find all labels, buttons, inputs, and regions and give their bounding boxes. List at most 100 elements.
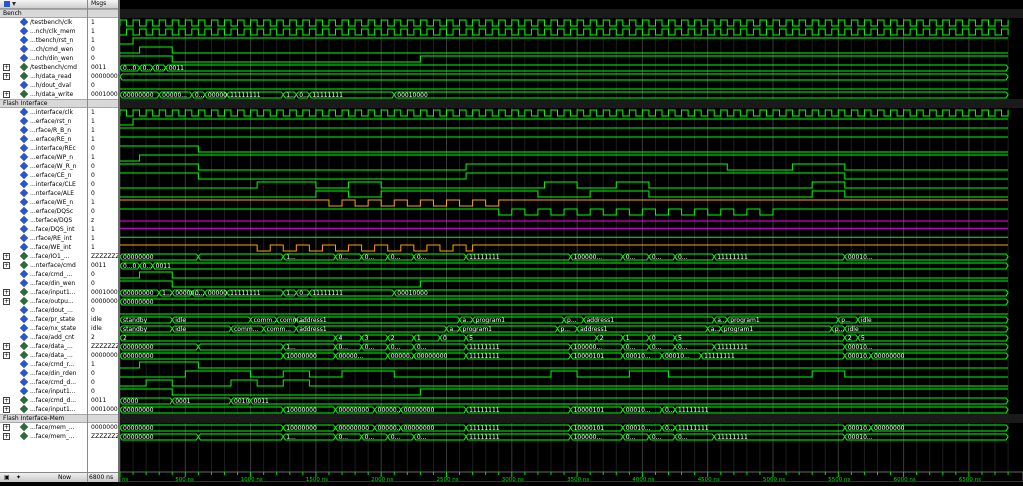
signal-row[interactable]: ...face/WE_int bbox=[0, 243, 87, 252]
signal-row[interactable]: ...interface/REc bbox=[0, 144, 87, 153]
signal-icon bbox=[19, 171, 29, 180]
bus-value-label: 0... bbox=[678, 434, 688, 441]
signal-row[interactable]: + ...h/data_read bbox=[0, 72, 87, 81]
bus-segment: 0... bbox=[334, 433, 363, 441]
signal-row[interactable]: ...tbench/rst_n bbox=[0, 36, 87, 45]
bus-segment: 00010... bbox=[844, 424, 873, 432]
waveform-pane[interactable]: 0...0 0... 0... 0011 00000000 00000... 0... 000… bbox=[119, 0, 1023, 483]
bus-segment: 0... bbox=[138, 262, 154, 270]
expand-icon[interactable]: + bbox=[3, 73, 10, 80]
signal-row[interactable]: ...erface/RE_n bbox=[0, 135, 87, 144]
bus-value-label: 2 bbox=[848, 335, 852, 342]
signal-row[interactable]: + ...face/mem_... bbox=[0, 432, 87, 441]
expand-icon[interactable]: + bbox=[3, 352, 10, 359]
lock-icon[interactable]: ▣ bbox=[4, 473, 10, 482]
bus-value-label: 10000000 bbox=[286, 425, 317, 432]
cursor-icon[interactable]: ✦ bbox=[16, 473, 21, 482]
signal-value: ZZZZZZZZ bbox=[91, 253, 118, 260]
signal-row[interactable]: ...erface/W_R_n bbox=[0, 162, 87, 171]
signal-icon bbox=[19, 306, 29, 315]
signal-row[interactable]: ...nch/din_wen bbox=[0, 54, 87, 63]
signal-row[interactable]: ...erface/WE_n bbox=[0, 198, 87, 207]
signal-row[interactable]: ...rface/RE_int bbox=[0, 234, 87, 243]
wave-toolbar-icon[interactable] bbox=[4, 1, 18, 7]
signal-name-pane[interactable]: Bench/testbench/clk ...nch/clk_mem ...tben… bbox=[0, 0, 88, 482]
signal-row[interactable]: ...erface/CE_n bbox=[0, 171, 87, 180]
name-pane-header bbox=[0, 0, 87, 9]
signal-waveform[interactable]: standby idle comm... comm... address1 a... pro… bbox=[119, 325, 1009, 333]
signal-row[interactable]: ...face/din_rden bbox=[0, 369, 87, 378]
signal-row[interactable]: ...face/add_cnt bbox=[0, 333, 87, 342]
expand-icon[interactable]: + bbox=[3, 262, 10, 269]
signal-row[interactable]: + ...face/outpu... bbox=[0, 297, 87, 306]
signal-waveform[interactable] bbox=[120, 28, 1009, 36]
bus-value-label: 0001 bbox=[175, 398, 190, 405]
expand-icon[interactable]: + bbox=[3, 406, 10, 413]
signal-icon bbox=[19, 108, 29, 117]
signal-row[interactable]: ...face/cmd_r... bbox=[0, 360, 87, 369]
signal-row[interactable]: + /testbench/cmd bbox=[0, 63, 87, 72]
signal-waveform[interactable] bbox=[120, 208, 1009, 216]
expand-icon[interactable]: + bbox=[3, 424, 10, 431]
expand-icon[interactable]: + bbox=[3, 289, 10, 296]
signal-row[interactable]: ...terface/DQS bbox=[0, 216, 87, 225]
expand-icon[interactable]: + bbox=[3, 91, 10, 98]
expand-icon[interactable]: + bbox=[3, 253, 10, 260]
signal-row[interactable]: ...nterface/ALE bbox=[0, 189, 87, 198]
signal-row[interactable]: ...interface/clk bbox=[0, 108, 87, 117]
signal-row[interactable]: ...face/input1... bbox=[0, 387, 87, 396]
signal-row[interactable]: ...h/dout_dval bbox=[0, 81, 87, 90]
bus-value-label: comm... bbox=[254, 317, 278, 324]
signal-row[interactable]: ...erface/rst_n bbox=[0, 117, 87, 126]
bus-value-label: standby bbox=[123, 317, 148, 324]
signal-row[interactable]: + ...h/data_write bbox=[0, 90, 87, 99]
signal-row[interactable]: + ...face/mem_... bbox=[0, 423, 87, 432]
group-divider[interactable]: Flash Interface bbox=[0, 99, 87, 108]
signal-row[interactable]: ...face/pr_state bbox=[0, 315, 87, 324]
signal-row[interactable]: ...face/DQS_int bbox=[0, 225, 87, 234]
signal-row[interactable]: + ...face/data_... bbox=[0, 351, 87, 360]
group-divider[interactable]: Flash Interface-Mem bbox=[0, 414, 87, 423]
signal-row[interactable]: ...interface/CLE bbox=[0, 180, 87, 189]
bus-segment: 00010... bbox=[844, 253, 1009, 261]
waveform-canvas[interactable]: 0...0 0... 0... 001100000000 00000... 0... 000… bbox=[119, 0, 1023, 483]
signal-row[interactable]: ...erface/WP_n bbox=[0, 153, 87, 162]
signal-row[interactable]: ...nch/clk_mem bbox=[0, 27, 87, 36]
signal-name: ...face/data_... bbox=[30, 343, 73, 350]
expand-icon[interactable]: + bbox=[3, 397, 10, 404]
expand-icon[interactable]: + bbox=[3, 433, 10, 440]
bus-segment: 0011 bbox=[152, 262, 1009, 270]
bus-segment: 11111111 bbox=[465, 406, 572, 414]
signal-value-pane[interactable]: Msgs 11100001100000000000010000111101000… bbox=[88, 0, 120, 482]
signal-row[interactable]: ...face/cmd_d... bbox=[0, 378, 87, 387]
signal-row[interactable]: + ...face/data_... bbox=[0, 342, 87, 351]
group-divider-value bbox=[88, 414, 118, 423]
signal-row[interactable]: + ...face/IO1_... bbox=[0, 252, 87, 261]
signal-row[interactable]: + ...face/input1... bbox=[0, 288, 87, 297]
signal-icon bbox=[19, 432, 29, 441]
bus-value-label: comm... bbox=[267, 326, 291, 333]
signal-row[interactable]: ...face/dout_... bbox=[0, 306, 87, 315]
expand-icon[interactable]: + bbox=[3, 343, 10, 350]
signal-row[interactable]: /testbench/clk bbox=[0, 18, 87, 27]
signal-waveform[interactable] bbox=[119, 19, 1009, 27]
signal-row[interactable]: ...face/nx_state bbox=[0, 324, 87, 333]
signal-icon bbox=[19, 189, 29, 198]
signal-row[interactable]: ...face/cmd_... bbox=[0, 270, 87, 279]
signal-waveform[interactable] bbox=[119, 109, 1009, 117]
bus-segment: p... bbox=[563, 316, 585, 324]
signal-row[interactable]: ...ch/cmd_wen bbox=[0, 45, 87, 54]
time-ruler[interactable]: ns 500 ns 1000 ns 1500 ns 2000 ns 2500 ns 3000… bbox=[119, 471, 1023, 483]
bus-value-label: 0... bbox=[338, 344, 348, 351]
signal-row[interactable]: ...erface/DQSc bbox=[0, 207, 87, 216]
msgs-label: Msgs bbox=[91, 0, 107, 7]
bus-value-label: 00000000 bbox=[123, 290, 154, 297]
signal-row[interactable]: + ...nterface/cmd bbox=[0, 261, 87, 270]
group-divider[interactable]: Bench bbox=[0, 9, 87, 18]
signal-row[interactable]: + ...face/cmd_d... bbox=[0, 396, 87, 405]
signal-row[interactable]: ...face/din_wen bbox=[0, 279, 87, 288]
signal-row[interactable]: + ...face/input1... bbox=[0, 405, 87, 414]
expand-icon[interactable]: + bbox=[3, 298, 10, 305]
signal-row[interactable]: ...rface/R_B_n bbox=[0, 126, 87, 135]
expand-icon[interactable]: + bbox=[3, 64, 10, 71]
